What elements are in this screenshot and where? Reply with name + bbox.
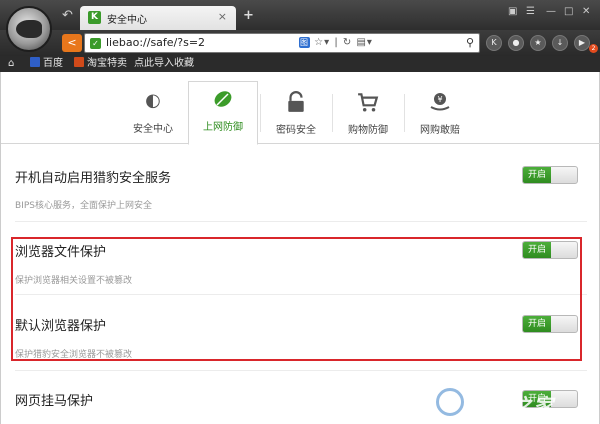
- address-bar[interactable]: ✓ liebao://safe/?s=2 图 ☆▾ | ↻ ▤▾ ⚲: [84, 33, 480, 53]
- gauge-icon: ◐: [145, 90, 161, 111]
- bookmark-baidu[interactable]: 百度: [30, 57, 63, 71]
- new-tab-button[interactable]: +: [243, 8, 254, 23]
- tab-security-overview[interactable]: ◐ 安全中心: [118, 86, 188, 144]
- divider: [15, 221, 587, 222]
- tab-password-security[interactable]: 密码安全: [261, 86, 331, 144]
- tab-shopping-defense[interactable]: 购物防御: [333, 86, 403, 144]
- toggle-on-label: 开启: [523, 167, 551, 183]
- skin-icon[interactable]: ▣: [508, 6, 517, 17]
- menu-icon[interactable]: ☰: [526, 6, 535, 17]
- star-toolbar-icon[interactable]: ★: [530, 35, 546, 51]
- address-input[interactable]: liebao://safe/?s=2: [106, 36, 205, 49]
- watermark-logo-icon: [436, 388, 464, 416]
- notification-badge: 2: [589, 44, 598, 53]
- navigation-toolbar: < ✓ liebao://safe/?s=2 图 ☆▾ | ↻ ▤▾ ⚲ K ●…: [0, 30, 600, 56]
- svg-text:¥: ¥: [437, 95, 442, 104]
- lock-icon: [288, 91, 304, 112]
- close-window-icon[interactable]: ✕: [582, 6, 590, 17]
- security-center-page: ◐ 安全中心 上网防御 密码安全 购物防御 ¥ 网购敢赔 开机自动启用猎豹安全服…: [0, 72, 600, 424]
- sns-icon[interactable]: ▤: [356, 37, 366, 48]
- kingsoft-button-icon[interactable]: K: [486, 35, 502, 51]
- watermark: 系统之家: [436, 386, 596, 420]
- taobao-icon: [74, 57, 84, 67]
- money-hand-icon: ¥: [430, 93, 450, 111]
- game-icon[interactable]: ▶: [574, 35, 590, 51]
- highlight-box: [11, 237, 582, 361]
- download-icon[interactable]: ↓: [552, 35, 568, 51]
- setting-auto-start: 开机自动启用猎豹安全服务: [15, 167, 585, 186]
- auto-start-toggle[interactable]: 开启: [522, 166, 578, 184]
- back-button[interactable]: <: [62, 34, 82, 52]
- setting-title: 开机自动启用猎豹安全服务: [15, 171, 172, 186]
- leaf-shield-icon: [214, 91, 232, 107]
- bookmark-import[interactable]: 点此导入收藏: [134, 57, 194, 71]
- bookmark-taobao[interactable]: 淘宝特卖: [74, 57, 127, 71]
- tab-web-defense[interactable]: 上网防御: [188, 81, 258, 145]
- translate-icon[interactable]: 图: [299, 37, 310, 48]
- safe-shield-icon: ✓: [90, 38, 101, 49]
- lock-toolbar-icon[interactable]: ●: [508, 35, 524, 51]
- security-nav-tabs: ◐ 安全中心 上网防御 密码安全 购物防御 ¥ 网购敢赔: [1, 72, 600, 145]
- kingsoft-tab-icon: K: [88, 11, 101, 24]
- address-tools[interactable]: 图 ☆▾ | ↻ ▤▾: [299, 37, 373, 48]
- search-icon[interactable]: ⚲: [466, 36, 474, 49]
- title-bar: ↶ K 安全中心 × + ▣ ☰ — □ ✕: [0, 0, 600, 30]
- baidu-icon: [30, 57, 40, 67]
- cart-icon: [358, 93, 379, 112]
- tab-close-icon[interactable]: ×: [218, 10, 227, 23]
- history-back-icon[interactable]: ↶: [62, 8, 73, 23]
- home-icon[interactable]: ⌂: [8, 57, 14, 71]
- divider: [15, 370, 587, 371]
- tab-shopping-compensation[interactable]: ¥ 网购敢赔: [405, 86, 475, 144]
- tab-title: 安全中心: [107, 15, 147, 26]
- minimize-icon[interactable]: —: [546, 6, 556, 17]
- maximize-icon[interactable]: □: [564, 6, 573, 17]
- bookmarks-bar: ⌂ 百度 淘宝特卖 点此导入收藏: [0, 56, 600, 72]
- tab-security-center[interactable]: K 安全中心 ×: [80, 6, 236, 30]
- setting-auto-start-desc-row: BIPS核心服务，全面保护上网安全: [15, 198, 585, 211]
- setting-desc: BIPS核心服务，全面保护上网安全: [15, 201, 152, 211]
- liebao-logo-icon[interactable]: [6, 6, 52, 52]
